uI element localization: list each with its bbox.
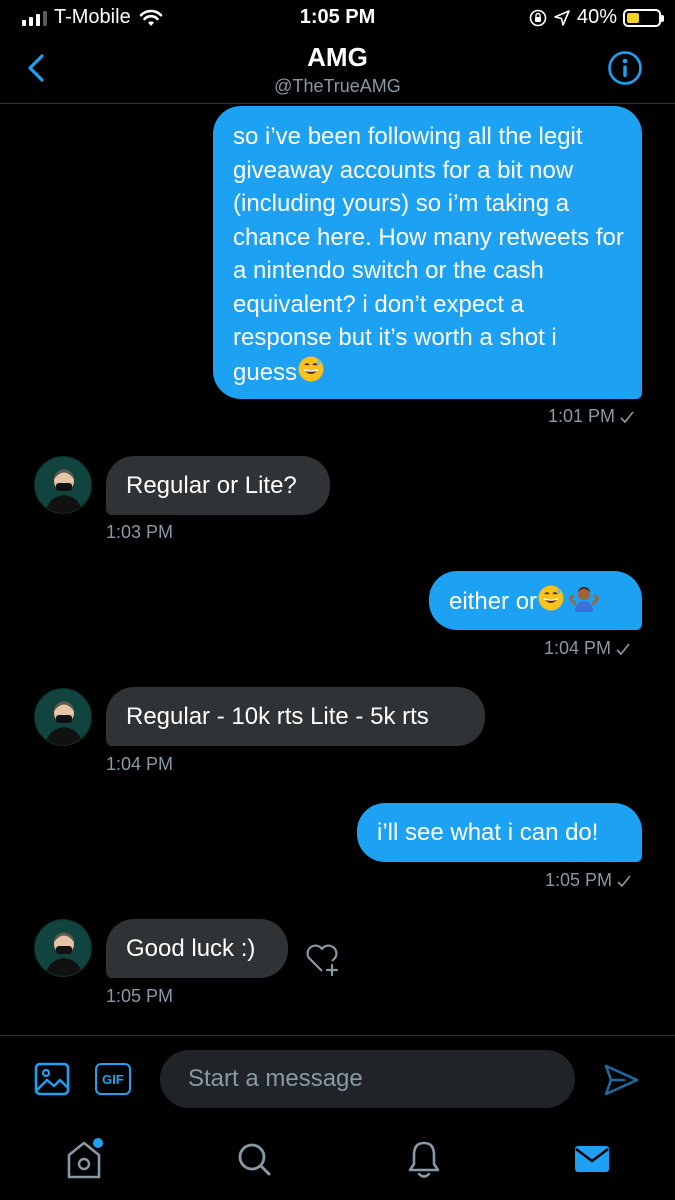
- location-arrow-icon: [554, 9, 570, 26]
- message-bubble-incoming[interactable]: Good luck :): [106, 919, 288, 978]
- message-bubble-outgoing[interactable]: either or: [429, 571, 642, 630]
- message-bubble-incoming[interactable]: Regular or Lite?: [106, 456, 330, 515]
- message-bubble-outgoing[interactable]: i’ll see what i can do!: [357, 803, 642, 862]
- message-timestamp: 1:04 PM: [106, 754, 174, 774]
- notifications-icon[interactable]: [404, 1137, 444, 1181]
- message-text: Regular or Lite?: [126, 472, 297, 499]
- battery-percentage: 40%: [576, 6, 617, 28]
- message-text: Good luck :): [126, 935, 256, 962]
- tab-bar: [0, 1121, 675, 1200]
- message-bubble-outgoing[interactable]: so i’ve been following all the legit giv…: [213, 106, 642, 399]
- conversation-header: AMG @TheTrueAMG: [0, 36, 675, 104]
- gif-button[interactable]: GIF: [95, 1063, 131, 1095]
- search-icon[interactable]: [234, 1137, 274, 1181]
- message-timestamp: 1:04 PM: [544, 638, 631, 659]
- image-icon[interactable]: [34, 1062, 70, 1096]
- conversation-handle: @TheTrueAMG: [274, 76, 401, 96]
- sent-check-icon: [616, 643, 630, 656]
- message-text: Regular - 10k rts Lite - 5k rts: [126, 703, 429, 730]
- add-reaction-heart-icon[interactable]: [302, 938, 342, 978]
- battery-icon: [623, 8, 664, 27]
- message-input[interactable]: [160, 1050, 575, 1108]
- sweat-smile-emoji-icon: [537, 584, 565, 622]
- status-bar: T-Mobile 1:05 PM 40%: [0, 0, 675, 36]
- message-bubble-incoming[interactable]: Regular - 10k rts Lite - 5k rts: [106, 687, 485, 746]
- sent-check-icon: [620, 411, 634, 424]
- messages-icon[interactable]: [572, 1137, 612, 1181]
- message-text: i’ll see what i can do!: [377, 819, 599, 846]
- info-icon[interactable]: [607, 50, 643, 86]
- status-right: 40%: [529, 6, 664, 29]
- message-timestamp: 1:01 PM: [548, 406, 635, 427]
- home-icon[interactable]: [64, 1137, 104, 1181]
- message-text: so i’ve been following all the legit giv…: [233, 123, 624, 386]
- person-shrugging-emoji-icon: [568, 584, 600, 622]
- message-composer: GIF: [0, 1035, 675, 1121]
- avatar[interactable]: [34, 456, 92, 514]
- message-timestamp: 1:05 PM: [545, 870, 632, 891]
- avatar[interactable]: [34, 688, 92, 746]
- orientation-lock-icon: [529, 9, 547, 26]
- conversation-title: AMG: [307, 42, 368, 72]
- message-timestamp: 1:03 PM: [106, 522, 174, 542]
- sent-check-icon: [617, 875, 631, 888]
- message-text: either or: [449, 588, 538, 616]
- avatar[interactable]: [34, 919, 92, 977]
- send-icon[interactable]: [602, 1062, 640, 1098]
- sweat-smile-emoji-icon: [297, 355, 325, 393]
- message-timestamp: 1:05 PM: [106, 986, 174, 1006]
